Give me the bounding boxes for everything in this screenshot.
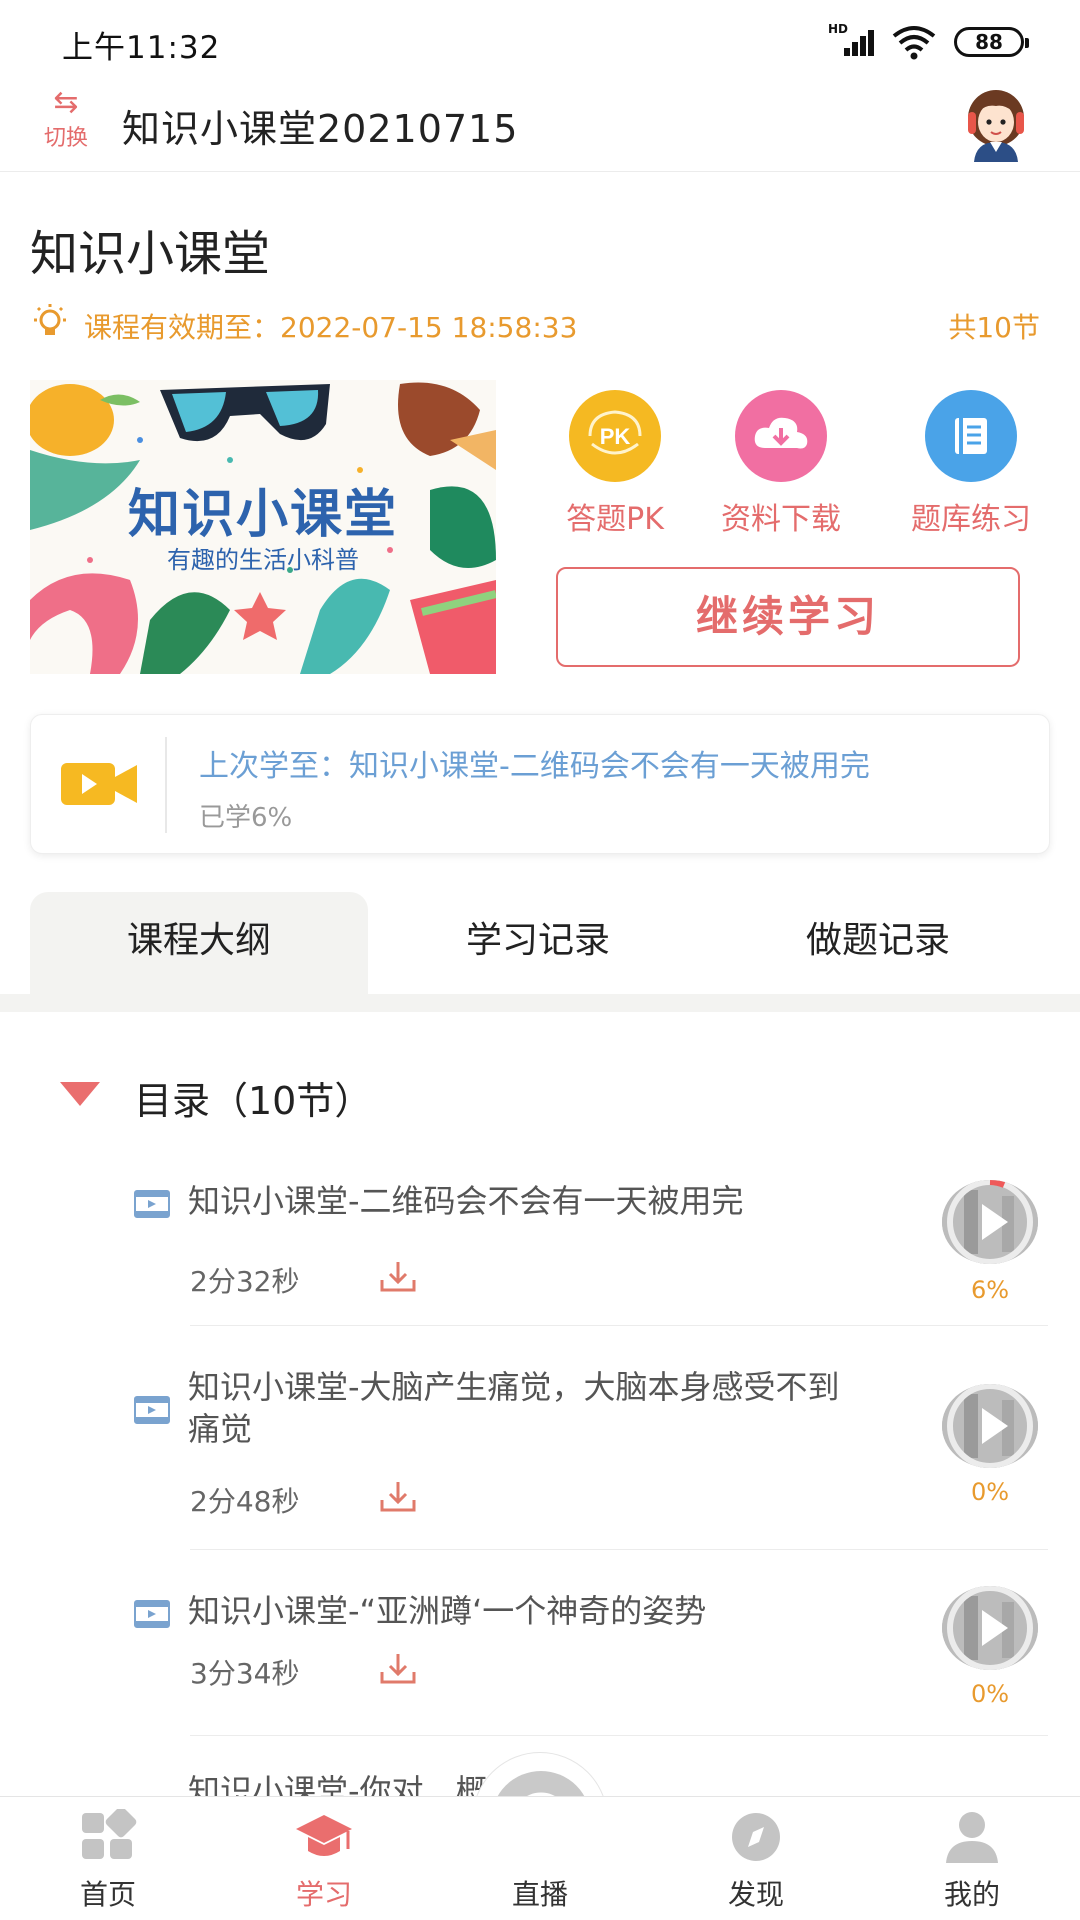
film-strip-icon [134, 1396, 170, 1424]
lesson-item[interactable]: 知识小课堂-二维码会不会有一天被用完 2分32秒 6% [0, 1180, 1080, 1326]
last-studied-title: 上次学至：知识小课堂-二维码会不会有一天被用完 [199, 749, 870, 784]
nav-mine[interactable]: 我的 [864, 1797, 1080, 1920]
question-bank-button[interactable]: 题库练习 [886, 390, 1056, 538]
cellular-signal-icon: HD [828, 22, 874, 60]
nav-live-label: 直播 [511, 1878, 568, 1911]
nav-study-label: 学习 [295, 1878, 352, 1911]
nav-study[interactable]: 学习 [216, 1797, 432, 1920]
compass-icon [732, 1813, 780, 1861]
divider [190, 1549, 1048, 1550]
divider [190, 1735, 1048, 1736]
banner-subtitle: 有趣的生活小科普 [167, 546, 359, 574]
nav-home-label: 首页 [79, 1878, 136, 1911]
title-bar: ⇆ 切换 知识小课堂20210715 [0, 80, 1080, 172]
film-strip-icon [134, 1600, 170, 1628]
graduation-cap-icon [296, 1815, 352, 1856]
divider [165, 737, 167, 833]
download-icon[interactable] [378, 1258, 418, 1294]
lesson-item[interactable]: 知识小课堂-大脑产生痛觉，大脑本身感受不到痛觉 2分48秒 0% [0, 1366, 1080, 1550]
status-icons: HD 88 [828, 22, 1029, 62]
switch-label: 切换 [43, 126, 88, 151]
battery-indicator: 88 [954, 27, 1029, 57]
total-sections: 共10节 [948, 311, 1040, 344]
nav-discover[interactable]: 发现 [648, 1797, 864, 1920]
bottom-navigation: 首页 学习 直播 发现 我的 [0, 1796, 1080, 1920]
tabs-separator [0, 994, 1080, 1012]
film-strip-icon [134, 1190, 170, 1218]
video-camera-icon [61, 763, 137, 805]
validity-row: 课程有效期至：2022-07-15 18:58:33 共10节 [30, 302, 1040, 344]
outline-heading: 目录（10节） [134, 1079, 373, 1123]
lesson-duration: 2分32秒 [190, 1265, 300, 1298]
nav-mine-label: 我的 [943, 1878, 1000, 1911]
wifi-icon [892, 26, 936, 60]
status-bar: 上午11:32 HD 88 [0, 0, 1080, 80]
course-tabs: 课程大纲 学习记录 做题记录 [0, 892, 1080, 994]
lightbulb-icon [34, 304, 66, 335]
lesson-item[interactable]: 知识小课堂-“亚洲蹲‘一个神奇的姿势 3分34秒 0% [0, 1586, 1080, 1736]
divider [190, 1325, 1048, 1326]
lesson-progress: 0% [970, 1478, 1010, 1506]
validity-text: 课程有效期至：2022-07-15 18:58:33 [84, 311, 578, 344]
course-title: 知识小课堂 [30, 226, 271, 282]
switch-course-button[interactable]: ⇆ 切换 [36, 86, 96, 156]
tab-study-records[interactable]: 学习记录 [368, 892, 708, 994]
swap-arrows-icon: ⇆ [53, 85, 79, 120]
lesson-title: 知识小课堂-二维码会不会有一天被用完 [188, 1182, 744, 1220]
user-icon [946, 1812, 998, 1863]
collapse-triangle-icon [60, 1082, 100, 1106]
home-grid-icon [82, 1809, 137, 1859]
banner-title: 知识小课堂 [127, 485, 398, 545]
quick-actions: PK 答题PK 资料下载 题库练习 [530, 390, 1040, 537]
nav-home[interactable]: 首页 [0, 1797, 216, 1920]
lesson-play-thumbnail[interactable] [942, 1384, 1038, 1468]
tab-exercise-records[interactable]: 做题记录 [708, 892, 1048, 994]
lesson-duration: 3分34秒 [190, 1657, 300, 1690]
svg-text:PK: PK [600, 424, 631, 449]
cloud-download-icon [735, 390, 827, 482]
lesson-play-thumbnail[interactable] [942, 1180, 1038, 1264]
status-time: 上午11:32 [62, 30, 221, 66]
lesson-duration: 2分48秒 [190, 1485, 300, 1518]
download-materials-label: 资料下载 [721, 502, 841, 537]
nav-live[interactable]: 直播 [432, 1797, 648, 1920]
lesson-progress: 6% [970, 1276, 1010, 1304]
download-icon[interactable] [378, 1650, 418, 1686]
page-title: 知识小课堂20210715 [122, 107, 519, 151]
last-studied-card[interactable]: 上次学至：知识小课堂-二维码会不会有一天被用完 已学6% [30, 714, 1050, 854]
tab-course-outline[interactable]: 课程大纲 [30, 892, 368, 994]
lesson-progress: 0% [970, 1680, 1010, 1708]
course-banner[interactable]: 知识小课堂 有趣的生活小科普 [30, 380, 496, 674]
lesson-title: 知识小课堂-“亚洲蹲‘一个神奇的姿势 [188, 1592, 707, 1630]
answer-pk-label: 答题PK [566, 502, 664, 537]
lesson-play-thumbnail[interactable] [942, 1586, 1038, 1670]
book-icon [925, 390, 1017, 482]
lesson-title: 知识小课堂-大脑产生痛觉，大脑本身感受不到痛觉 [188, 1368, 840, 1448]
download-icon[interactable] [378, 1478, 418, 1514]
pk-icon: PK [569, 390, 661, 482]
avatar[interactable] [956, 82, 1036, 162]
last-studied-progress: 已学6% [199, 803, 293, 833]
answer-pk-button[interactable]: PK 答题PK [530, 390, 700, 538]
nav-discover-label: 发现 [727, 1878, 784, 1911]
download-materials-button[interactable]: 资料下载 [696, 390, 866, 538]
question-bank-label: 题库练习 [911, 502, 1031, 537]
continue-learning-button[interactable]: 继续学习 [556, 567, 1020, 667]
